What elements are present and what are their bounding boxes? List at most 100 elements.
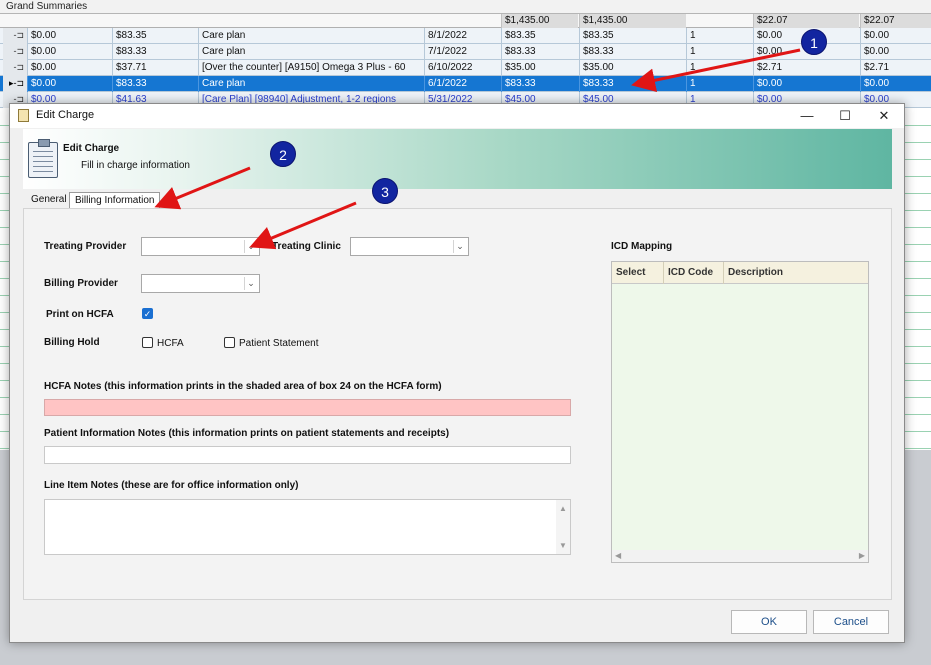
treating-provider-label: Treating Provider [44, 241, 127, 252]
cell: 6/10/2022 [424, 60, 501, 76]
table-row[interactable]: -⊐ $0.00 $83.33 Care plan 7/1/2022 $83.3… [0, 44, 931, 60]
cell: $83.33 [501, 76, 579, 92]
patient-statement-label: Patient Statement [239, 338, 319, 349]
tab-general[interactable]: General [26, 192, 72, 208]
cell: $83.35 [501, 28, 579, 44]
annotation-badge-3: 3 [372, 178, 398, 204]
hcfa-checkbox[interactable] [142, 337, 153, 348]
ok-button[interactable]: OK [731, 610, 807, 634]
patient-statement-checkbox[interactable] [224, 337, 235, 348]
hcfa-checkbox-label: HCFA [157, 338, 184, 349]
cell: $2.71 [860, 60, 931, 76]
table-row[interactable]: -⊐ $0.00 $37.71 [Over the counter] [A915… [0, 60, 931, 76]
treating-clinic-label: Treating Clinic [272, 241, 341, 252]
cell: $0.00 [27, 60, 112, 76]
cell: Care plan [198, 28, 424, 44]
row-expand-icon[interactable]: -⊐ [3, 28, 27, 44]
dialog-title: Edit Charge [36, 109, 95, 121]
cell: $0.00 [753, 76, 860, 92]
scroll-right-icon[interactable]: ▶ [859, 550, 865, 562]
row-expand-icon[interactable]: ▸-⊐ [3, 76, 27, 92]
horizontal-scrollbar[interactable]: ◀ ▶ [612, 550, 868, 562]
header-banner: Edit Charge Fill in charge information [23, 129, 892, 189]
header-title: Edit Charge [63, 143, 120, 154]
treating-clinic-select[interactable]: ⌄ [350, 237, 469, 256]
cell: $37.71 [112, 60, 198, 76]
cell: $0.00 [860, 76, 931, 92]
patient-notes-label: Patient Information Notes (this informat… [44, 428, 450, 439]
cell: $0.00 [860, 28, 931, 44]
cell: $2.71 [753, 60, 860, 76]
vertical-scrollbar[interactable]: ▲ ▼ [556, 500, 570, 554]
icd-column-description[interactable]: Description [724, 262, 868, 284]
cell: $83.33 [112, 44, 198, 60]
annotation-badge-2: 2 [270, 141, 296, 167]
cell: $0.00 [27, 44, 112, 60]
cell: $83.35 [579, 28, 686, 44]
table-row[interactable]: -⊐ $0.00 $83.35 Care plan 8/1/2022 $83.3… [0, 28, 931, 44]
tab-billing-information[interactable]: Billing Information [69, 192, 161, 208]
cell: 7/1/2022 [424, 44, 501, 60]
scroll-left-icon[interactable]: ◀ [615, 550, 621, 562]
summary-row: $1,435.00 $1,435.00 $22.07 $22.07 [0, 14, 931, 28]
summary-value: $22.07 [860, 14, 931, 28]
table-row-selected[interactable]: ▸-⊐ $0.00 $83.33 Care plan 6/1/2022 $83.… [0, 76, 931, 92]
icd-column-code[interactable]: ICD Code [664, 262, 724, 284]
cell: $83.33 [579, 76, 686, 92]
edit-charge-dialog: Edit Charge — ☐ ✕ Edit Charge Fill in ch… [9, 103, 905, 643]
cell: 1 [686, 44, 753, 60]
cell: [Over the counter] [A9150] Omega 3 Plus … [198, 60, 424, 76]
annotation-badge-1: 1 [801, 29, 827, 55]
cancel-button[interactable]: Cancel [813, 610, 889, 634]
cell: 1 [686, 28, 753, 44]
cell: $35.00 [501, 60, 579, 76]
cell: 6/1/2022 [424, 76, 501, 92]
patient-notes-input[interactable] [44, 446, 571, 464]
chevron-down-icon[interactable]: ⌄ [244, 277, 257, 290]
cell: $83.33 [501, 44, 579, 60]
cell: $0.00 [27, 76, 112, 92]
cell: $83.33 [112, 76, 198, 92]
header-subtitle: Fill in charge information [81, 160, 190, 171]
billing-hold-label: Billing Hold [44, 337, 100, 348]
icd-grid-header: Select ICD Code Description [612, 262, 868, 284]
clipboard-icon [28, 139, 58, 178]
cell: Care plan [198, 76, 424, 92]
scroll-down-icon[interactable]: ▼ [558, 541, 568, 550]
maximize-icon[interactable]: ☐ [826, 104, 864, 128]
cell: $83.35 [112, 28, 198, 44]
clipboard-icon [18, 109, 29, 122]
billing-provider-label: Billing Provider [44, 278, 118, 289]
print-on-hcfa-checkbox[interactable]: ✓ [142, 308, 153, 319]
row-expand-icon[interactable]: -⊐ [3, 60, 27, 76]
row-expand-icon[interactable]: -⊐ [3, 44, 27, 60]
hcfa-notes-input[interactable] [44, 399, 571, 416]
print-on-hcfa-label: Print on HCFA [46, 309, 114, 320]
minimize-icon[interactable]: — [788, 104, 826, 128]
scroll-up-icon[interactable]: ▲ [558, 504, 568, 513]
line-item-notes-label: Line Item Notes (these are for office in… [44, 480, 299, 491]
summary-value: $1,435.00 [501, 14, 578, 28]
summary-value: $1,435.00 [579, 14, 686, 28]
icd-column-select[interactable]: Select [612, 262, 664, 284]
grand-summaries-header: Grand Summaries [0, 0, 931, 14]
icd-mapping-label: ICD Mapping [611, 241, 673, 252]
hcfa-notes-label: HCFA Notes (this information prints in t… [44, 381, 442, 392]
cell: 8/1/2022 [424, 28, 501, 44]
cell: $0.00 [27, 28, 112, 44]
billing-provider-select[interactable]: ⌄ [141, 274, 260, 293]
cell: 1 [686, 76, 753, 92]
line-item-notes-textarea[interactable]: ▲ ▼ [44, 499, 571, 555]
cell: 1 [686, 60, 753, 76]
dialog-titlebar[interactable]: Edit Charge — ☐ ✕ [10, 104, 904, 128]
cell: $35.00 [579, 60, 686, 76]
cell: $0.00 [860, 44, 931, 60]
grid-right-strip [905, 110, 931, 450]
chevron-down-icon[interactable]: ⌄ [244, 240, 257, 253]
icd-mapping-grid[interactable]: Select ICD Code Description ◀ ▶ [611, 261, 869, 563]
summary-value: $22.07 [753, 14, 859, 28]
treating-provider-select[interactable]: ⌄ [141, 237, 260, 256]
cell: Care plan [198, 44, 424, 60]
chevron-down-icon[interactable]: ⌄ [453, 240, 466, 253]
close-icon[interactable]: ✕ [865, 104, 903, 128]
